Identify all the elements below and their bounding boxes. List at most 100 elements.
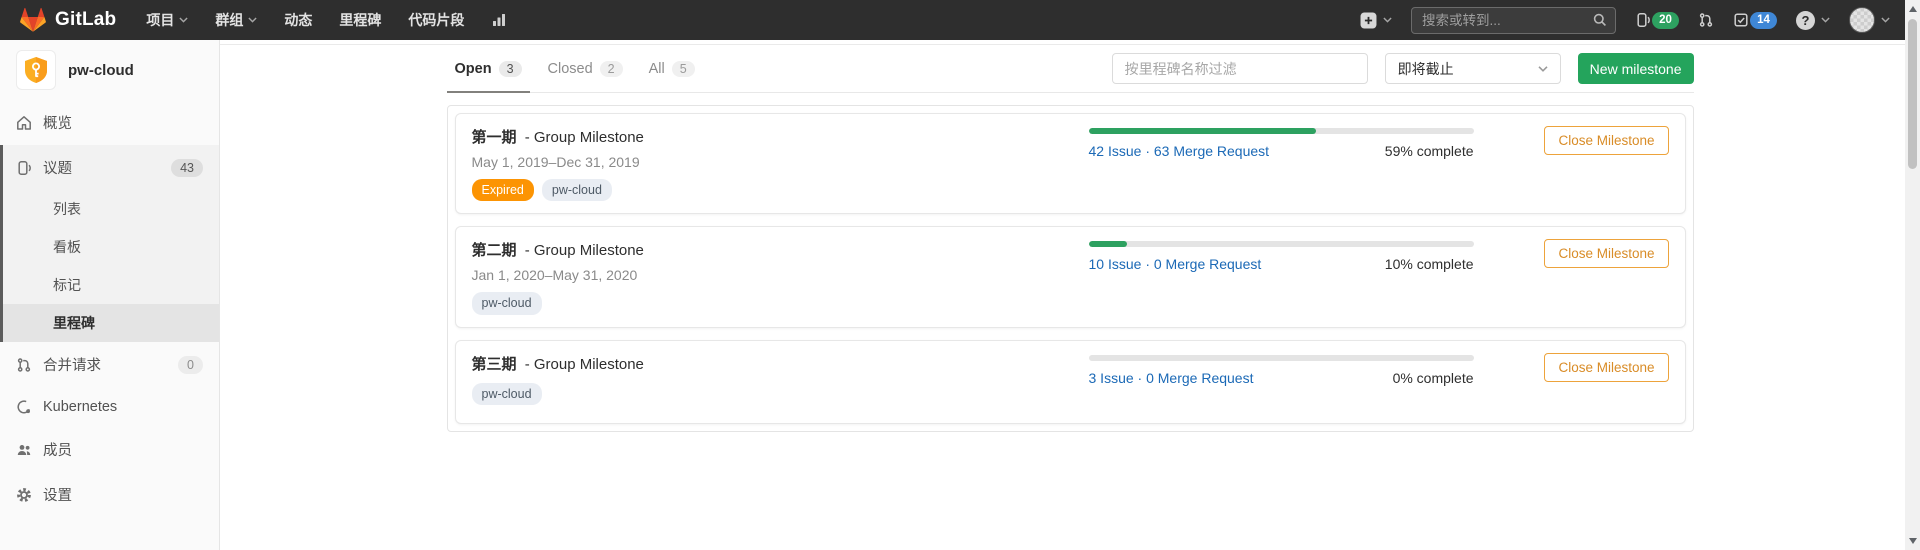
user-menu-button[interactable] [1849, 7, 1890, 33]
window-scrollbar[interactable] [1905, 0, 1920, 550]
close-milestone-button[interactable]: Close Milestone [1544, 126, 1668, 155]
gitlab-tanuki-icon [20, 7, 46, 33]
new-menu-button[interactable] [1360, 12, 1392, 29]
milestone-name-link[interactable]: 第一期 [472, 129, 517, 146]
nav-groups[interactable]: 群组 [215, 10, 257, 30]
project-sidebar: pw-cloud 概览 议题 43 列表 看板 标记 里程碑 合并请求 0 Ku… [0, 40, 220, 550]
percent-complete: 59% complete [1385, 143, 1474, 159]
sidebar-item-kubernetes[interactable]: Kubernetes [0, 387, 219, 427]
milestone-name-link[interactable]: 第三期 [472, 356, 517, 373]
project-header[interactable]: pw-cloud [0, 40, 219, 100]
sort-dropdown-label: 即将截止 [1398, 59, 1454, 79]
todo-check-icon [1733, 12, 1749, 28]
sort-dropdown[interactable]: 即将截止 [1385, 53, 1561, 84]
sidebar-item-settings[interactable]: 设置 [0, 472, 219, 517]
milestone-progress: 3 Issue · 0 Merge Request 0% complete [1089, 353, 1474, 411]
close-milestone-button[interactable]: Close Milestone [1544, 239, 1668, 268]
sidebar-item-overview[interactable]: 概览 [0, 100, 219, 145]
milestone-actions: Close Milestone [1474, 353, 1669, 411]
sidebar-item-boards[interactable]: 看板 [3, 228, 219, 266]
sidebar-nav: 概览 议题 43 列表 看板 标记 里程碑 合并请求 0 Kubernetes … [0, 100, 219, 517]
nav-projects-label: 项目 [146, 10, 174, 30]
search-icon[interactable] [1592, 12, 1608, 28]
progress-meta: 42 Issue · 63 Merge Request 59% complete [1089, 143, 1474, 159]
nav-activity-label: 动态 [284, 10, 312, 30]
state-tabs: Open 3 Closed 2 All 5 [447, 45, 703, 92]
sidebar-item-merge-requests[interactable]: 合并请求 0 [0, 342, 219, 387]
gitlab-logo[interactable]: GitLab [20, 7, 116, 33]
tab-open[interactable]: Open 3 [447, 45, 530, 92]
chevron-down-icon [1821, 17, 1830, 23]
nav-projects[interactable]: 项目 [146, 10, 188, 30]
progress-meta: 10 Issue · 0 Merge Request 10% complete [1089, 256, 1474, 272]
milestones-panel: 第一期 - Group Milestone May 1, 2019–Dec 31… [447, 105, 1694, 432]
milestone-suffix: - Group Milestone [525, 129, 644, 146]
scrollbar-down-arrow-icon[interactable] [1909, 538, 1917, 544]
tab-closed[interactable]: Closed 2 [540, 45, 631, 92]
nav-snippets[interactable]: 代码片段 [408, 10, 464, 30]
progress-fill [1089, 241, 1128, 247]
scrollbar-up-arrow-icon[interactable] [1909, 6, 1917, 12]
sidebar-item-labels[interactable]: 标记 [3, 266, 219, 304]
close-milestone-button[interactable]: Close Milestone [1544, 353, 1668, 382]
issues-count-badge: 43 [171, 159, 203, 177]
tab-all[interactable]: All 5 [641, 45, 703, 92]
sidebar-item-label: Kubernetes [43, 399, 117, 415]
new-milestone-button[interactable]: New milestone [1578, 53, 1694, 84]
search-input[interactable] [1422, 13, 1587, 28]
search-box [1411, 7, 1616, 34]
milestone-dates: Jan 1, 2020–May 31, 2020 [472, 267, 1089, 283]
sidebar-item-milestones[interactable]: 里程碑 [3, 304, 219, 342]
navbar-left: GitLab 项目 群组 动态 里程碑 代码片段 [20, 7, 507, 33]
milestone-name-link[interactable]: 第二期 [472, 242, 517, 259]
milestone-dates: May 1, 2019–Dec 31, 2019 [472, 154, 1089, 170]
sidebar-item-members[interactable]: 成员 [0, 427, 219, 472]
nav-milestones[interactable]: 里程碑 [339, 10, 381, 30]
milestone-suffix: - Group Milestone [525, 242, 644, 259]
milestones-container: Open 3 Closed 2 All 5 即将截止 New mile [447, 45, 1694, 432]
chevron-down-icon [1383, 17, 1392, 23]
home-icon [16, 115, 32, 131]
issues-shortcut[interactable]: 20 [1635, 12, 1679, 29]
bar-chart-icon [491, 12, 507, 28]
navbar-right: 20 14 ? [1360, 7, 1890, 34]
cluster-icon [16, 399, 32, 415]
percent-complete: 10% complete [1385, 256, 1474, 272]
sidebar-item-issue-list[interactable]: 列表 [3, 190, 219, 228]
milestone-badges: Expired pw-cloud [472, 179, 1089, 201]
nav-analytics[interactable] [491, 12, 507, 28]
help-menu-button[interactable]: ? [1796, 11, 1830, 30]
merge-requests-shortcut[interactable] [1698, 12, 1714, 28]
todos-shortcut[interactable]: 14 [1733, 12, 1777, 29]
percent-complete: 0% complete [1393, 370, 1474, 386]
gitlab-wordmark: GitLab [55, 9, 116, 31]
issue-mr-links[interactable]: 10 Issue · 0 Merge Request [1089, 256, 1262, 272]
sidebar-item-label: 成员 [43, 439, 72, 460]
milestone-card: 第一期 - Group Milestone May 1, 2019–Dec 31… [455, 113, 1686, 214]
chevron-down-icon [1538, 66, 1548, 72]
milestone-card: 第三期 - Group Milestone pw-cloud 3 Issue ·… [455, 340, 1686, 424]
sidebar-item-label: 看板 [53, 239, 81, 255]
users-icon [16, 442, 32, 458]
issues-icon [16, 160, 32, 176]
issue-mr-links[interactable]: 3 Issue · 0 Merge Request [1089, 370, 1254, 386]
progress-meta: 3 Issue · 0 Merge Request 0% complete [1089, 370, 1474, 386]
progress-bar [1089, 241, 1474, 247]
gear-icon [16, 487, 32, 503]
sidebar-item-label: 合并请求 [43, 354, 101, 375]
nav-activity[interactable]: 动态 [284, 10, 312, 30]
help-icon: ? [1796, 11, 1815, 30]
sidebar-item-label: 设置 [43, 484, 72, 505]
sidebar-item-label: 议题 [43, 157, 72, 178]
sidebar-item-label: 概览 [43, 112, 72, 133]
sidebar-item-issues[interactable]: 议题 43 [3, 145, 219, 190]
issue-mr-links[interactable]: 42 Issue · 63 Merge Request [1089, 143, 1270, 159]
tab-label: Open [455, 61, 492, 77]
milestone-badges: pw-cloud [472, 292, 1089, 314]
milestone-progress: 10 Issue · 0 Merge Request 10% complete [1089, 239, 1474, 314]
milestone-filter-input[interactable] [1112, 53, 1368, 84]
progress-fill [1089, 128, 1316, 134]
scrollbar-thumb[interactable] [1908, 19, 1917, 169]
sidebar-section-issues: 议题 43 列表 看板 标记 里程碑 [0, 145, 219, 342]
nav-groups-label: 群组 [215, 10, 243, 30]
